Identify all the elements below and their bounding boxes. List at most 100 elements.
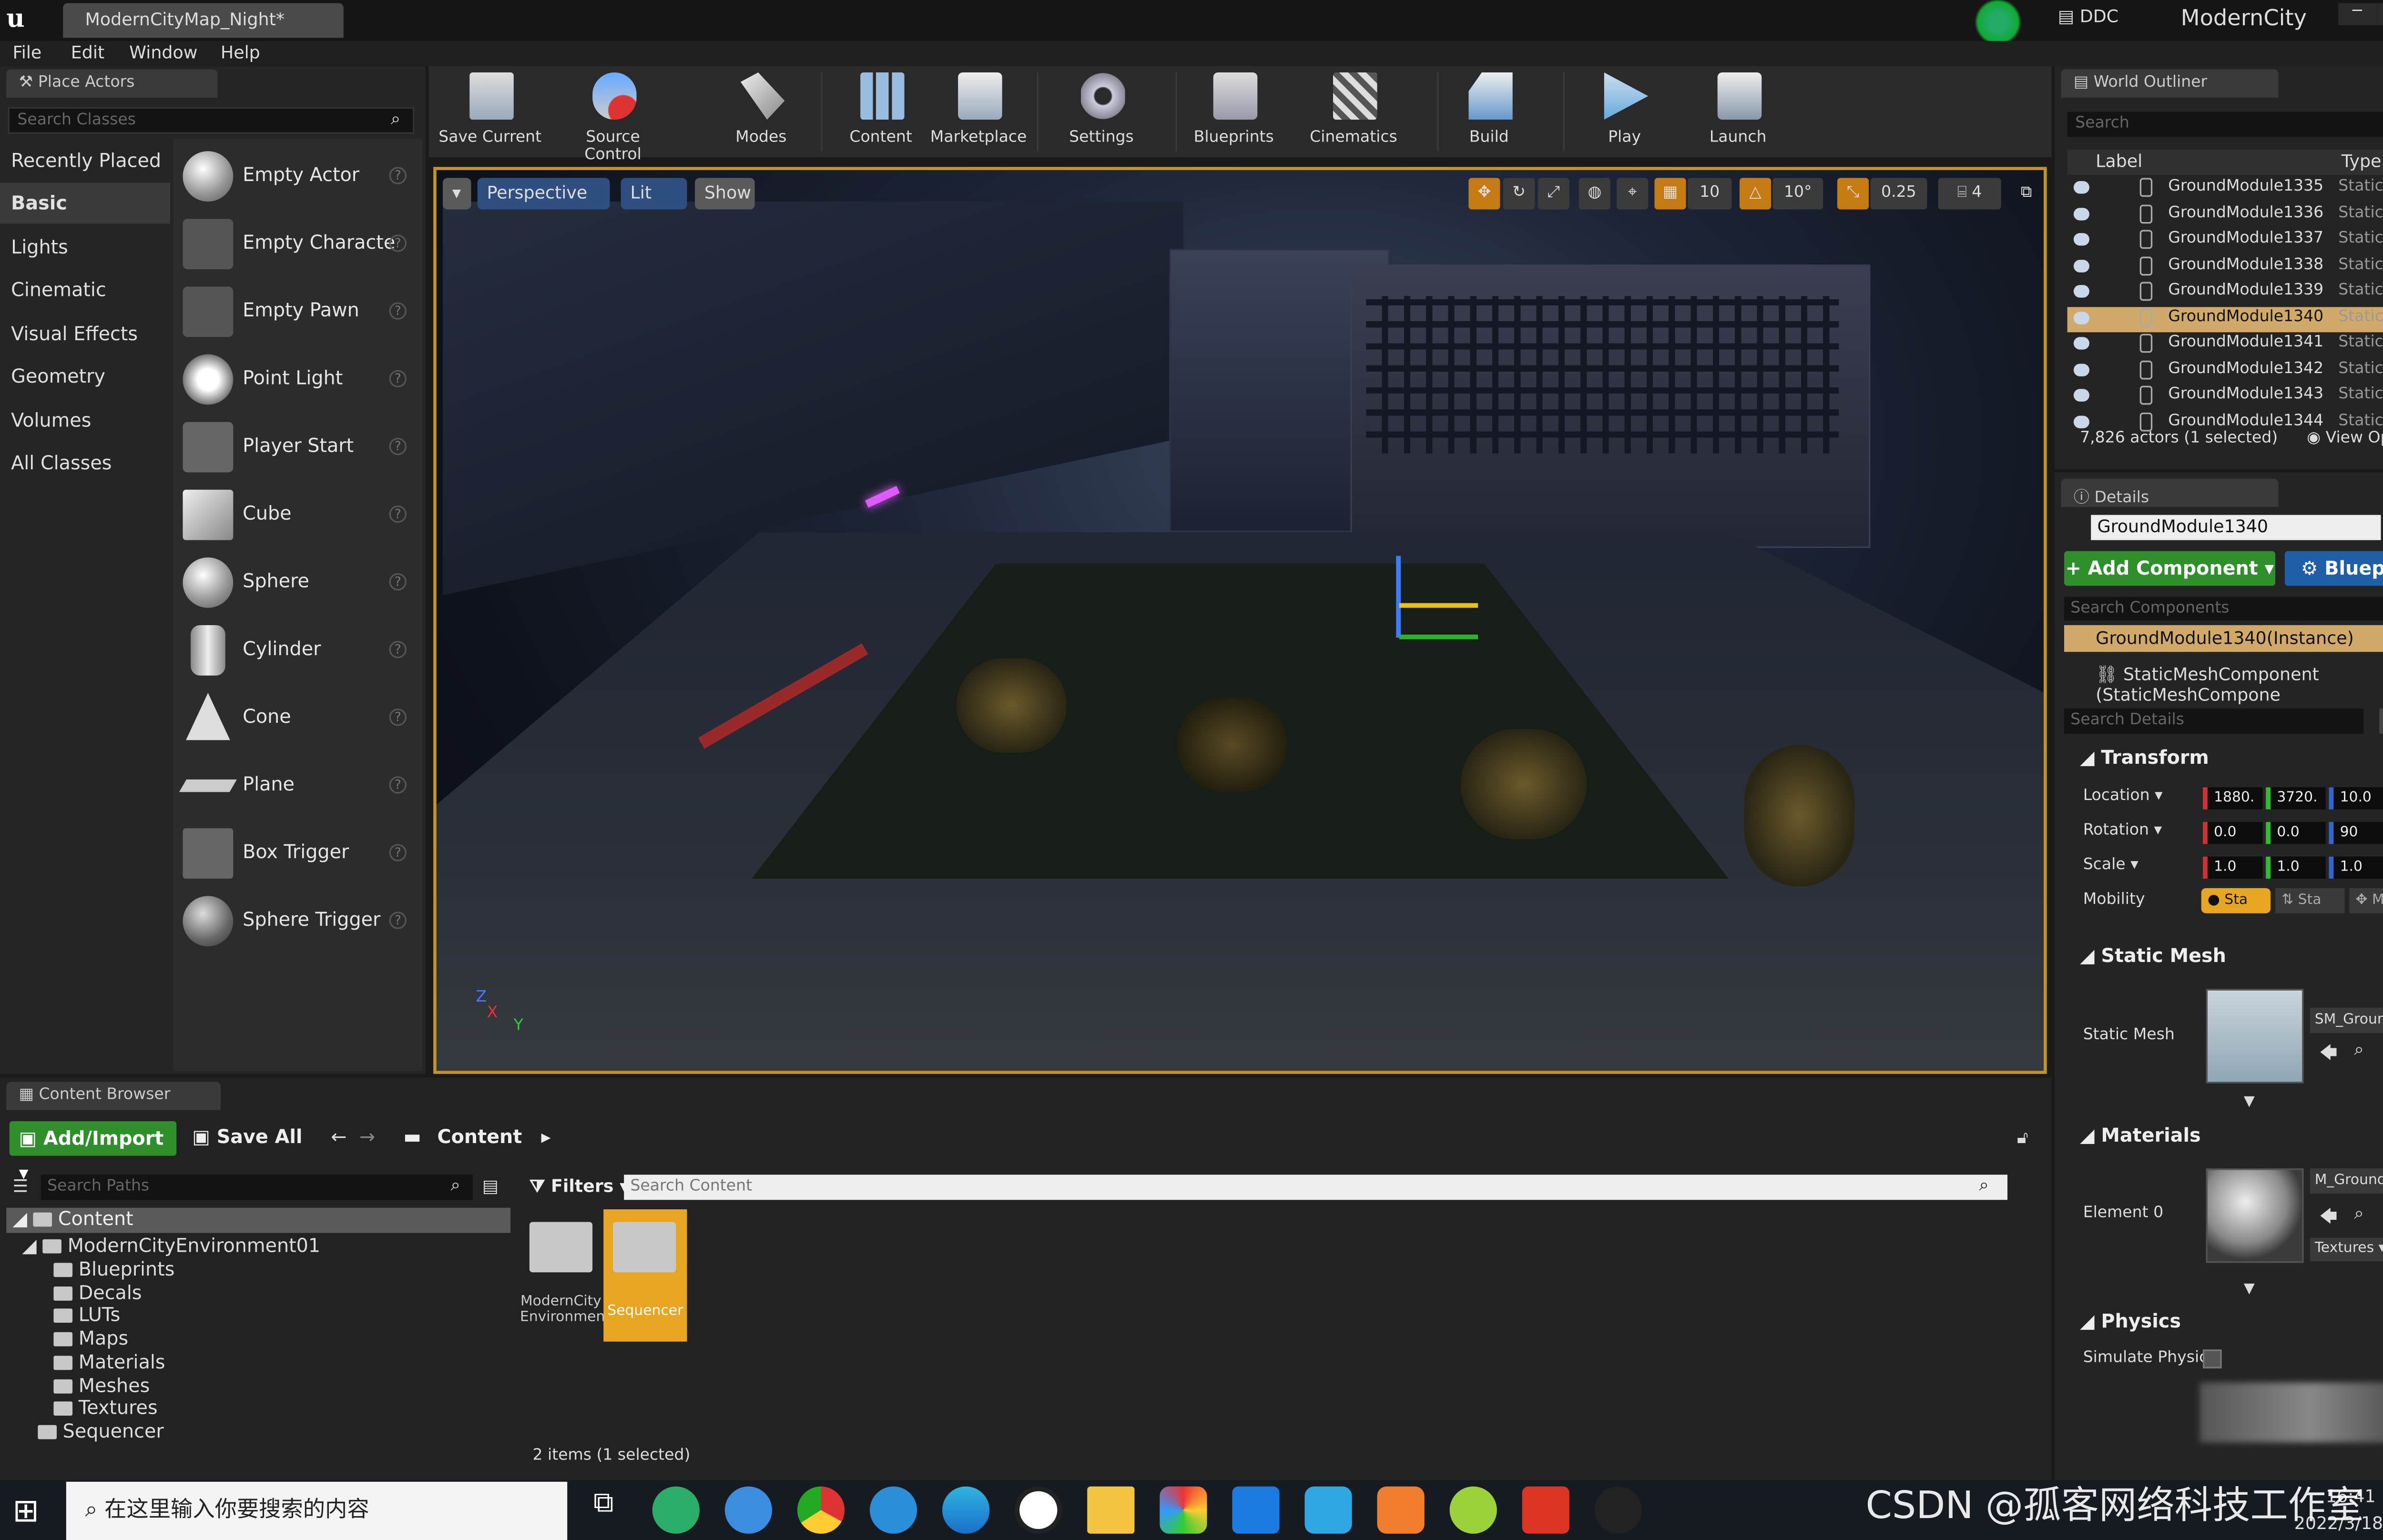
category-cinematic[interactable]: Cinematic	[0, 269, 170, 310]
static-mesh-component-row[interactable]: ⛓ StaticMeshComponent (StaticMeshCompone	[2096, 665, 2383, 706]
category-lights[interactable]: Lights	[0, 227, 170, 268]
sources-toggle-icon[interactable]: ☰	[12, 1176, 28, 1197]
task-view-icon[interactable]: ⧉	[580, 1487, 627, 1534]
tab-details[interactable]: ⓘ Details	[2061, 478, 2279, 507]
build-button[interactable]: Build	[1434, 69, 1544, 154]
view-options-button[interactable]: ◉ View Options ▾	[2307, 430, 2383, 447]
outliner-col-type[interactable]: Type	[2342, 151, 2382, 172]
scale-y-field[interactable]: 1.0	[2266, 856, 2326, 879]
outliner-row[interactable]: GroundModule1336 StaticMeshA	[2067, 203, 2383, 228]
app-icon[interactable]	[1377, 1486, 1425, 1534]
rotation-z-field[interactable]: 90	[2329, 822, 2383, 844]
actor-sphere-trigger[interactable]: Sphere Trigger?	[176, 890, 416, 952]
tree-folder-item[interactable]: Maps	[53, 1327, 128, 1349]
blueprints-button[interactable]: Blueprints	[1179, 69, 1289, 154]
tree-sequencer[interactable]: Sequencer	[38, 1420, 164, 1442]
tree-folder-item[interactable]: Textures	[53, 1397, 158, 1419]
grid-snap-icon[interactable]: ▦	[1654, 178, 1686, 210]
materials-section-header[interactable]: ◢ Materials	[2080, 1125, 2201, 1146]
location-x-field[interactable]: 1880.	[2202, 787, 2263, 810]
expand-arrow-icon[interactable]: ▼	[2244, 1094, 2255, 1110]
menu-file[interactable]: File	[12, 42, 41, 63]
rotation-snap-value[interactable]: 10°	[1772, 178, 1823, 210]
wechat-icon[interactable]	[652, 1486, 700, 1534]
surface-snap-icon[interactable]: ⌖	[1617, 178, 1649, 210]
category-recently-placed[interactable]: Recently Placed	[0, 140, 170, 181]
visibility-eye-icon[interactable]	[2073, 311, 2089, 324]
settings-button[interactable]: Settings	[1046, 69, 1156, 154]
path-breadcrumb[interactable]: ▬ Content ▸	[403, 1126, 550, 1148]
mobility-static-button[interactable]: ● Sta	[2201, 888, 2271, 913]
gizmo-x-axis[interactable]	[1399, 603, 1478, 608]
mail-icon[interactable]	[1232, 1486, 1280, 1534]
add-component-button[interactable]: + Add Component ▾	[2064, 551, 2276, 586]
outliner-row[interactable]: GroundModule1340 StaticMeshA	[2067, 306, 2383, 332]
outliner-row[interactable]: GroundModule1342 StaticMeshA	[2067, 358, 2383, 384]
grid-view-icon[interactable]: ▤	[2379, 709, 2383, 734]
scale-snap-value[interactable]: 0.25	[1870, 178, 1927, 210]
scale-snap-icon[interactable]: ⤡	[1837, 178, 1869, 210]
tree-folder-item[interactable]: Materials	[53, 1351, 165, 1373]
actor-plane[interactable]: Plane?	[176, 754, 416, 817]
tree-folder-item[interactable]: Meshes	[53, 1374, 150, 1396]
level-viewport[interactable]	[433, 167, 2047, 1074]
search-paths-input[interactable]: Search Paths	[41, 1175, 473, 1200]
mobility-movable-button[interactable]: ✥ Mo	[2349, 888, 2383, 913]
visibility-eye-icon[interactable]	[2073, 285, 2089, 298]
transform-section-header[interactable]: ◢ Transform	[2080, 746, 2209, 768]
play-button[interactable]: Play	[1569, 69, 1680, 154]
source-control-status-icon[interactable]	[1973, 0, 2024, 44]
tab-content-browser[interactable]: ▦ Content Browser	[6, 1082, 221, 1110]
visibility-eye-icon[interactable]	[2073, 389, 2089, 402]
help-icon[interactable]: ?	[389, 505, 407, 523]
category-all-classes[interactable]: All Classes	[0, 443, 170, 484]
tab-place-actors[interactable]: ⚒ Place Actors	[6, 69, 218, 98]
visibility-eye-icon[interactable]	[2073, 207, 2089, 220]
help-icon[interactable]: ?	[389, 167, 407, 184]
browse-icon[interactable]: ⌕	[2354, 1039, 2363, 1061]
asset-tile-sequencer[interactable]: Sequencer	[603, 1209, 687, 1342]
menu-edit[interactable]: Edit	[71, 42, 104, 63]
asset-tile-moderncity[interactable]: ModernCity Environment01	[520, 1213, 629, 1338]
textures-dropdown[interactable]: Textures ▾	[2310, 1237, 2383, 1262]
actor-box-trigger[interactable]: Box Trigger?	[176, 822, 416, 885]
help-icon[interactable]: ?	[389, 776, 407, 794]
blueprint-button[interactable]: ⚙ Blueprint/A	[2284, 551, 2383, 586]
help-icon[interactable]: ?	[389, 437, 407, 456]
actor-player-start[interactable]: Player Start?	[176, 415, 416, 478]
help-icon[interactable]: ?	[389, 302, 407, 320]
transform-gizmo[interactable]	[1390, 556, 1484, 643]
content-root-item[interactable]: ◢ Content	[6, 1207, 511, 1233]
tree-folder-item[interactable]: LUTs	[53, 1305, 120, 1327]
actor-cone[interactable]: Cone?	[176, 687, 416, 750]
actor-point-light[interactable]: Point Light?	[176, 348, 416, 411]
outliner-row[interactable]: GroundModule1335 StaticMeshA	[2067, 176, 2383, 202]
use-selected-material-icon[interactable]: 🡄	[2320, 1203, 2338, 1233]
lit-button[interactable]: Lit	[621, 178, 687, 210]
help-icon[interactable]: ?	[389, 370, 407, 387]
actor-cube[interactable]: Cube?	[176, 484, 416, 547]
actor-sphere[interactable]: Sphere?	[176, 551, 416, 614]
file-explorer-icon[interactable]	[1087, 1486, 1135, 1534]
perspective-button[interactable]: Perspective	[477, 178, 610, 210]
taskbar-search-input[interactable]: ⌕ 在这里输入你要搜索的内容	[66, 1481, 568, 1540]
scale-z-field[interactable]: 1.0	[2329, 856, 2383, 879]
visibility-eye-icon[interactable]	[2073, 181, 2089, 194]
feishu-icon[interactable]	[724, 1486, 772, 1534]
scale-tool-icon[interactable]: ⤢	[1538, 178, 1569, 210]
cinematics-button[interactable]: Cinematics	[1298, 69, 1408, 154]
static-mesh-dropdown[interactable]: SM_GroundMo ▾	[2310, 1008, 2383, 1033]
visibility-eye-icon[interactable]	[2073, 233, 2089, 246]
category-volumes[interactable]: Volumes	[0, 400, 170, 441]
help-icon[interactable]: ?	[389, 912, 407, 929]
search-classes-input[interactable]: Search Classes	[8, 107, 415, 134]
scale-label[interactable]: Scale ▾	[2083, 857, 2139, 874]
start-button[interactable]: ⊞	[12, 1493, 50, 1530]
help-icon[interactable]: ?	[389, 844, 407, 861]
outliner-search-input[interactable]: Search	[2067, 111, 2383, 137]
save-all-button[interactable]: ▣ Save All	[192, 1126, 302, 1148]
chrome-icon[interactable]	[797, 1486, 845, 1534]
maximize-button[interactable]: ❐	[2376, 3, 2383, 25]
app-icon[interactable]	[1304, 1486, 1352, 1534]
world-space-icon[interactable]: ◍	[1578, 178, 1610, 210]
